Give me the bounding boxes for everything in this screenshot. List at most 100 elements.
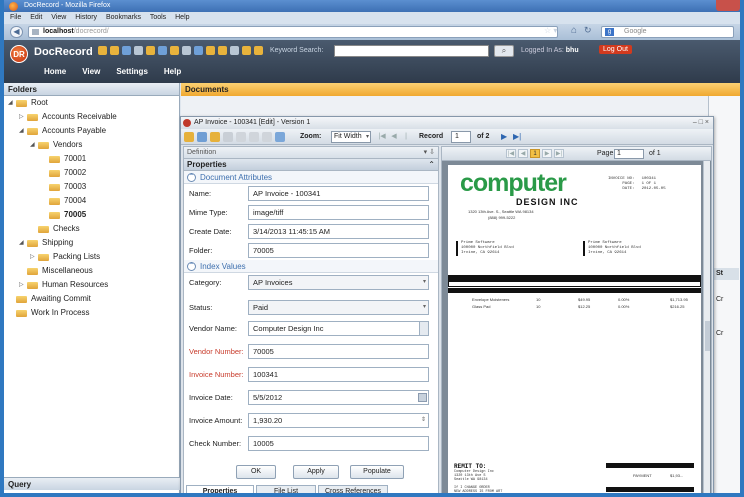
panel-options-icon[interactable]: ▾ ⇩ xyxy=(424,147,435,159)
category-select[interactable]: AP Invoices ▾ xyxy=(248,275,429,290)
grid-column-header[interactable]: St xyxy=(711,268,739,280)
expand-arrow-icon[interactable]: ▷ xyxy=(19,278,25,292)
save-icon[interactable] xyxy=(184,132,194,142)
toolbar-icon[interactable] xyxy=(146,46,155,55)
fit-icon[interactable] xyxy=(262,132,272,142)
record-input[interactable]: 1 xyxy=(451,131,471,143)
bookmark-star-icon[interactable]: ☆ ▾ xyxy=(544,26,557,35)
collapse-arrow-icon[interactable]: ◢ xyxy=(8,96,14,110)
spinner-icon[interactable]: ⇕ xyxy=(421,414,426,427)
menu-view[interactable]: View xyxy=(51,14,66,21)
menu-home[interactable]: Home xyxy=(44,67,66,76)
first-page-icon[interactable]: |◀ xyxy=(506,149,516,158)
logout-button[interactable]: Log Out xyxy=(599,45,632,54)
tab-file-list[interactable]: File List xyxy=(256,485,316,493)
collapse-arrow-icon[interactable]: ◢ xyxy=(19,124,25,138)
folder-tree-item[interactable]: 70001 xyxy=(4,152,179,166)
menu-bookmarks[interactable]: Bookmarks xyxy=(106,14,141,21)
menu-tools[interactable]: Tools xyxy=(150,14,166,21)
window-close-button[interactable] xyxy=(716,0,740,11)
back-arrow-icon[interactable]: ◀ xyxy=(10,26,23,38)
dialog-window-controls[interactable]: – □ × xyxy=(693,117,709,129)
menu-edit[interactable]: Edit xyxy=(30,14,42,21)
grid-cell[interactable]: Cr xyxy=(716,330,723,337)
expand-arrow-icon[interactable]: ▷ xyxy=(30,250,36,264)
viewer-scrollbar[interactable] xyxy=(703,161,710,493)
collapse-circle-icon[interactable]: ⌃ xyxy=(187,173,196,182)
populate-button[interactable]: Populate xyxy=(350,465,404,479)
tab-cross-references[interactable]: Cross References xyxy=(318,485,388,493)
folder-tree-item[interactable]: Miscellaneous xyxy=(4,264,179,278)
toolbar-icon[interactable] xyxy=(218,46,227,55)
previous-page-icon[interactable]: ◀ xyxy=(518,149,528,158)
next-record-icon[interactable]: ▶ xyxy=(501,132,507,141)
last-page-icon[interactable]: ▶| xyxy=(554,149,564,158)
expand-arrow-icon[interactable]: ▷ xyxy=(19,110,25,124)
folder-field[interactable]: 70005 xyxy=(248,243,429,258)
folder-tree-item[interactable]: ◢ Vendors xyxy=(4,138,179,152)
folder-tree-item[interactable]: ▷ Human Resources xyxy=(4,278,179,292)
collapse-circle-icon[interactable]: ⌃ xyxy=(187,262,196,271)
current-page-button[interactable]: 1 xyxy=(530,149,540,158)
page-input[interactable]: 1 xyxy=(614,149,644,159)
zoom-select[interactable]: Fit Width ▾ xyxy=(331,131,371,143)
vendor-number-field[interactable]: 70005 xyxy=(248,344,429,359)
calendar-icon[interactable] xyxy=(418,393,427,402)
invoice-amount-field[interactable]: 1,930.20 ⇕ xyxy=(248,413,429,428)
scrollbar-thumb[interactable] xyxy=(705,321,710,351)
toolbar-icon[interactable] xyxy=(122,46,131,55)
folder-icon[interactable] xyxy=(210,132,220,142)
vendor-name-combo[interactable]: Computer Design Inc xyxy=(248,321,429,336)
next-page-icon[interactable]: ▶ xyxy=(542,149,552,158)
name-field[interactable]: AP Invoice - 100341 xyxy=(248,186,429,201)
folder-tree-item[interactable]: 70005 xyxy=(4,208,179,222)
rotate-icon[interactable] xyxy=(236,132,246,142)
refresh-icon[interactable] xyxy=(275,132,285,142)
index-values-section[interactable]: ⌃ Index Values xyxy=(184,260,438,273)
toolbar-icon[interactable] xyxy=(98,46,107,55)
last-record-icon[interactable]: ▶| xyxy=(513,132,521,141)
check-number-field[interactable]: 10005 xyxy=(248,436,429,451)
invoice-date-field[interactable]: 5/5/2012 xyxy=(248,390,429,405)
menu-settings[interactable]: Settings xyxy=(116,67,148,76)
folder-tree-item[interactable]: ▷ Accounts Receivable xyxy=(4,110,179,124)
toolbar-icon[interactable] xyxy=(206,46,215,55)
toolbar-icon[interactable] xyxy=(230,46,239,55)
invoice-number-field[interactable]: 100341 xyxy=(248,367,429,382)
folder-tree-item[interactable]: 70002 xyxy=(4,166,179,180)
keyword-search-button[interactable]: ⌕ xyxy=(494,45,514,57)
query-header[interactable]: Query xyxy=(4,477,180,490)
url-bar[interactable]: localhost/docrecord/ xyxy=(28,26,558,38)
annotate-icon[interactable] xyxy=(249,132,259,142)
toolbar-icon[interactable] xyxy=(134,46,143,55)
combo-arrow-icon[interactable] xyxy=(419,322,428,335)
folder-tree-item[interactable]: Work In Process xyxy=(4,306,179,320)
reload-icon[interactable]: ↻ xyxy=(584,25,592,36)
menu-help[interactable]: Help xyxy=(175,14,189,21)
create-date-field[interactable]: 3/14/2013 11:45:15 AM xyxy=(248,224,429,239)
folder-tree-item[interactable]: 70003 xyxy=(4,180,179,194)
folder-tree-item[interactable]: Checks xyxy=(4,222,179,236)
first-record-icon[interactable]: |◀ xyxy=(377,132,387,142)
folder-tree-item[interactable]: ▷ Packing Lists xyxy=(4,250,179,264)
menu-help[interactable]: Help xyxy=(164,67,181,76)
tab-properties[interactable]: Properties xyxy=(186,485,254,493)
toolbar-icon[interactable] xyxy=(158,46,167,55)
toolbar-icon[interactable] xyxy=(194,46,203,55)
toolbar-icon[interactable] xyxy=(242,46,251,55)
mime-type-field[interactable]: image/tiff xyxy=(248,205,429,220)
scan-icon[interactable] xyxy=(197,132,207,142)
menu-history[interactable]: History xyxy=(75,14,97,21)
folder-tree-item[interactable]: ◢ Shipping xyxy=(4,236,179,250)
menu-file[interactable]: File xyxy=(10,14,21,21)
toolbar-icon[interactable] xyxy=(170,46,179,55)
toolbar-icon[interactable] xyxy=(254,46,263,55)
folder-tree-item[interactable]: ◢ Accounts Payable xyxy=(4,124,179,138)
status-select[interactable]: Paid ▾ xyxy=(248,300,429,315)
folder-tree-item[interactable]: 70004 xyxy=(4,194,179,208)
collapse-icon[interactable]: ⌃ xyxy=(428,159,435,171)
apply-button[interactable]: Apply xyxy=(293,465,339,479)
home-icon[interactable]: ⌂ xyxy=(571,25,577,36)
folder-tree-item[interactable]: Awaiting Commit xyxy=(4,292,179,306)
browser-search-input[interactable]: g Google xyxy=(601,26,734,38)
